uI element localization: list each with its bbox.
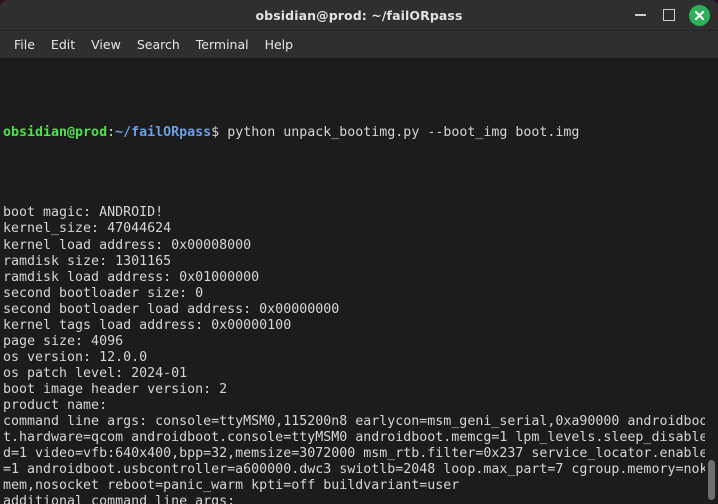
output-line: product name: (3, 398, 718, 414)
menu-item-terminal[interactable]: Terminal (188, 34, 257, 55)
typed-command: python unpack_bootimg.py --boot_img boot… (219, 125, 579, 140)
output-line: kernel tags load address: 0x00000100 (3, 318, 718, 334)
menu-item-help[interactable]: Help (257, 34, 302, 55)
output-line: second bootloader load address: 0x000000… (3, 302, 718, 318)
window-title: obsidian@prod: ~/failORpass (0, 8, 718, 23)
output-line: ramdisk load address: 0x01000000 (3, 270, 718, 286)
output-block: boot magic: ANDROID!kernel_size: 4704462… (3, 205, 718, 504)
output-line: boot magic: ANDROID! (3, 205, 718, 221)
terminal-window: obsidian@prod: ~/failORpass File Edit Vi… (0, 0, 718, 504)
titlebar[interactable]: obsidian@prod: ~/failORpass (0, 0, 718, 31)
maximize-icon[interactable] (660, 6, 678, 24)
output-line: =1 androidboot.usbcontroller=a600000.dwc… (3, 462, 718, 478)
prompt-separator: : (107, 125, 115, 140)
output-line: mem,nosocket reboot=panic_warm kpti=off … (3, 478, 718, 494)
menu-item-edit[interactable]: Edit (43, 34, 83, 55)
scrollbar-thumb[interactable] (708, 460, 715, 500)
output-line: d=1 video=vfb:640x400,bpp=32,memsize=307… (3, 446, 718, 462)
close-icon[interactable] (689, 5, 710, 26)
menu-item-file[interactable]: File (6, 34, 43, 55)
menu-item-view[interactable]: View (83, 34, 129, 55)
output-line: page size: 4096 (3, 334, 718, 350)
output-line: os patch level: 2024-01 (3, 366, 718, 382)
output-line: command line args: console=ttyMSM0,11520… (3, 414, 718, 430)
output-line: ramdisk size: 1301165 (3, 254, 718, 270)
output-line: kernel load address: 0x00008000 (3, 238, 718, 254)
command-line: obsidian@prod:~/failORpass$ python unpac… (3, 125, 718, 141)
prompt-user-host: obsidian@prod (3, 125, 107, 140)
output-line: second bootloader size: 0 (3, 286, 718, 302)
terminal-screen[interactable]: obsidian@prod:~/failORpass$ python unpac… (0, 58, 718, 504)
window-controls (631, 0, 710, 30)
minimize-icon[interactable] (631, 6, 649, 24)
output-line: t.hardware=qcom androidboot.console=ttyM… (3, 430, 718, 446)
output-line: additional command line args: (3, 494, 718, 504)
prompt-path: ~/failORpass (115, 125, 211, 140)
output-line: kernel_size: 47044624 (3, 221, 718, 237)
terminal-output[interactable]: obsidian@prod:~/failORpass$ python unpac… (0, 58, 718, 504)
menu-item-search[interactable]: Search (129, 34, 188, 55)
prompt-sigil: $ (211, 125, 219, 140)
terminal-scrollbar[interactable] (705, 58, 718, 504)
menubar: File Edit View Search Terminal Help (0, 31, 718, 58)
output-line: boot image header version: 2 (3, 382, 718, 398)
output-line: os version: 12.0.0 (3, 350, 718, 366)
